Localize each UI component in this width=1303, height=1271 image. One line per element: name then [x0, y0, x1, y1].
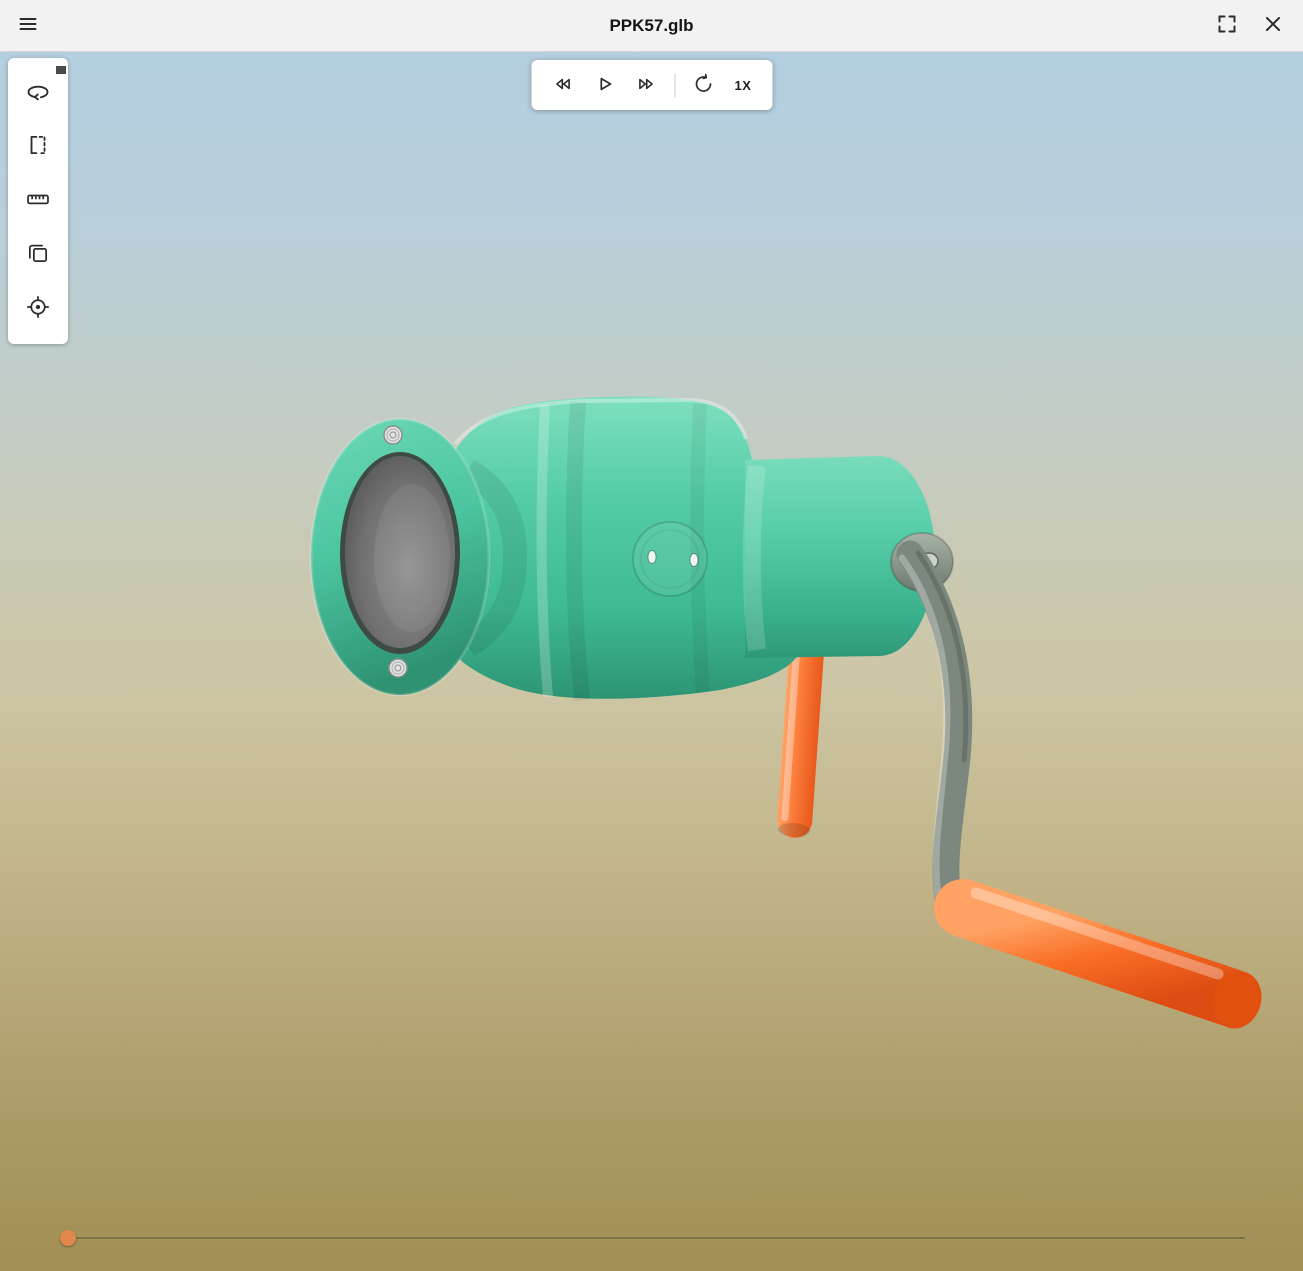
play-icon	[592, 72, 616, 99]
bolt-hole-top	[384, 426, 402, 444]
bolt-hole-bottom	[389, 659, 407, 677]
close-button[interactable]	[1255, 8, 1291, 44]
fullscreen-icon	[1215, 12, 1239, 39]
skip-forward-button[interactable]	[627, 66, 665, 104]
crank-grip	[963, 893, 1269, 1035]
timeline-track[interactable]	[60, 1237, 1245, 1239]
orbit-tool-button[interactable]	[18, 72, 58, 112]
fullscreen-button[interactable]	[1209, 8, 1245, 44]
model-viewport[interactable]: 1X	[0, 52, 1303, 1271]
playback-speed-button[interactable]: 1X	[726, 66, 760, 104]
toolbar-drag-handle	[56, 66, 66, 74]
close-icon	[1261, 12, 1285, 39]
skip-back-button[interactable]	[543, 66, 581, 104]
layers-tool-button[interactable]	[18, 234, 58, 274]
animation-timeline[interactable]	[60, 1230, 1245, 1246]
titlebar: PPK57.glb	[0, 0, 1303, 52]
center-boss	[633, 522, 707, 596]
orbit-icon	[25, 78, 51, 107]
section-plane-icon	[25, 132, 51, 161]
skip-back-icon	[550, 72, 574, 99]
skip-forward-icon	[634, 72, 658, 99]
window-title: PPK57.glb	[609, 16, 693, 36]
playback-divider	[674, 73, 675, 97]
play-button[interactable]	[585, 66, 623, 104]
timeline-handle[interactable]	[60, 1230, 76, 1246]
section-plane-tool-button[interactable]	[18, 126, 58, 166]
target-icon	[25, 294, 51, 323]
focus-target-tool-button[interactable]	[18, 288, 58, 328]
ruler-icon	[25, 186, 51, 215]
hamburger-icon	[16, 12, 40, 39]
loop-button[interactable]	[684, 66, 722, 104]
layers-icon	[25, 240, 51, 269]
viewer-window: PPK57.glb	[0, 0, 1303, 1271]
side-toolbar	[8, 58, 68, 344]
measure-tool-button[interactable]	[18, 180, 58, 220]
playback-bar: 1X	[531, 60, 772, 110]
crank-valve-model	[0, 52, 1303, 1271]
loop-icon	[691, 72, 715, 99]
menu-button[interactable]	[10, 8, 46, 44]
